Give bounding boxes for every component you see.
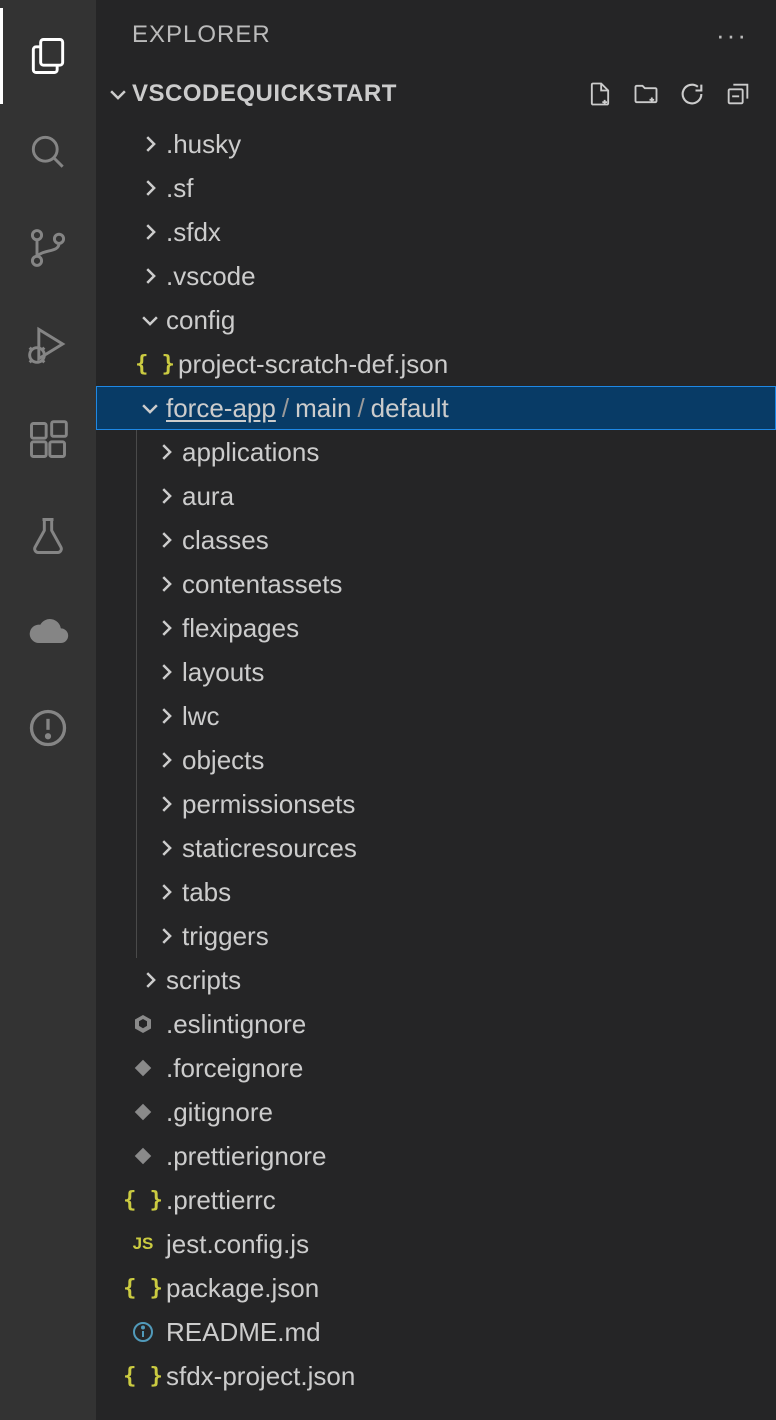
refresh-icon[interactable] — [678, 80, 706, 108]
json-icon: { } — [140, 349, 170, 379]
folder-staticresources[interactable]: staticresources — [136, 826, 776, 870]
folder-aura[interactable]: aura — [136, 474, 776, 518]
activity-explorer[interactable] — [0, 8, 96, 104]
chevron-right-icon — [152, 834, 180, 862]
file-prettierignore[interactable]: .prettierignore — [96, 1134, 776, 1178]
chevron-right-icon — [152, 790, 180, 818]
warning-circle-icon — [26, 706, 70, 750]
folder-contentassets[interactable]: contentassets — [136, 562, 776, 606]
new-folder-icon[interactable] — [632, 80, 660, 108]
collapse-all-icon[interactable] — [724, 80, 752, 108]
folder-classes[interactable]: classes — [136, 518, 776, 562]
activity-search[interactable] — [0, 104, 96, 200]
folder-vscode[interactable]: .vscode — [96, 254, 776, 298]
chevron-right-icon — [152, 526, 180, 554]
folder-lwc[interactable]: lwc — [136, 694, 776, 738]
folder-sf[interactable]: .sf — [96, 166, 776, 210]
chevron-down-icon — [136, 306, 164, 334]
branch-icon — [26, 226, 70, 270]
activity-bar — [0, 0, 96, 1420]
path-seg-force-app: force-app — [166, 393, 276, 423]
diamond-icon — [128, 1141, 158, 1171]
path-seg-default: default — [371, 393, 449, 423]
chevron-right-icon — [152, 658, 180, 686]
file-project-scratch-def[interactable]: { } project-scratch-def.json — [96, 342, 776, 386]
json-icon: { } — [128, 1361, 158, 1391]
folder-scripts[interactable]: scripts — [96, 958, 776, 1002]
files-icon — [26, 34, 70, 78]
explorer-header: EXPLORER ··· — [96, 0, 776, 70]
chevron-right-icon — [152, 482, 180, 510]
folder-applications[interactable]: applications — [136, 430, 776, 474]
folder-layouts[interactable]: layouts — [136, 650, 776, 694]
chevron-down-icon — [136, 394, 164, 422]
chevron-right-icon — [152, 702, 180, 730]
activity-debug[interactable] — [0, 296, 96, 392]
activity-testing[interactable] — [0, 488, 96, 584]
cloud-icon — [26, 610, 70, 654]
file-forceignore[interactable]: .forceignore — [96, 1046, 776, 1090]
activity-source-control[interactable] — [0, 200, 96, 296]
chevron-right-icon — [136, 130, 164, 158]
chevron-right-icon — [152, 614, 180, 642]
chevron-right-icon — [152, 438, 180, 466]
app-root: EXPLORER ··· VSCODEQUICKSTART .husky — [0, 0, 776, 1420]
project-name: VSCODEQUICKSTART — [132, 80, 397, 108]
folder-tabs[interactable]: tabs — [136, 870, 776, 914]
file-eslintignore[interactable]: .eslintignore — [96, 1002, 776, 1046]
project-root[interactable]: VSCODEQUICKSTART — [96, 70, 776, 118]
chevron-right-icon — [136, 262, 164, 290]
debug-icon — [26, 322, 70, 366]
folder-config[interactable]: config — [96, 298, 776, 342]
file-jest-config[interactable]: JS jest.config.js — [96, 1222, 776, 1266]
chevron-right-icon — [136, 218, 164, 246]
more-actions-icon[interactable]: ··· — [716, 20, 748, 51]
path-seg-main: main — [295, 393, 351, 423]
chevron-right-icon — [136, 174, 164, 202]
activity-extensions[interactable] — [0, 392, 96, 488]
chevron-right-icon — [136, 966, 164, 994]
js-icon: JS — [128, 1229, 158, 1259]
beaker-icon — [26, 514, 70, 558]
explorer-panel: EXPLORER ··· VSCODEQUICKSTART .husky — [96, 0, 776, 1420]
folder-triggers[interactable]: triggers — [136, 914, 776, 958]
file-readme[interactable]: README.md — [96, 1310, 776, 1354]
json-icon: { } — [128, 1185, 158, 1215]
file-sfdx-project-json[interactable]: { } sfdx-project.json — [96, 1354, 776, 1398]
project-actions — [586, 80, 764, 108]
chevron-right-icon — [152, 570, 180, 598]
folder-husky[interactable]: .husky — [96, 122, 776, 166]
activity-warning[interactable] — [0, 680, 96, 776]
chevron-right-icon — [152, 746, 180, 774]
search-icon — [26, 130, 70, 174]
folder-force-app[interactable]: force-app/main/default — [96, 386, 776, 430]
folder-objects[interactable]: objects — [136, 738, 776, 782]
file-gitignore[interactable]: .gitignore — [96, 1090, 776, 1134]
file-package-json[interactable]: { } package.json — [96, 1266, 776, 1310]
diamond-icon — [128, 1097, 158, 1127]
extensions-icon — [26, 418, 70, 462]
file-tree: .husky .sf .sfdx .vscode config — [96, 118, 776, 1420]
folder-sfdx[interactable]: .sfdx — [96, 210, 776, 254]
chevron-right-icon — [152, 922, 180, 950]
explorer-title: EXPLORER — [132, 21, 271, 49]
chevron-down-icon — [104, 83, 132, 105]
folder-flexipages[interactable]: flexipages — [136, 606, 776, 650]
eslint-icon — [128, 1009, 158, 1039]
folder-permissionsets[interactable]: permissionsets — [136, 782, 776, 826]
diamond-icon — [128, 1053, 158, 1083]
chevron-right-icon — [152, 878, 180, 906]
file-prettierrc[interactable]: { } .prettierrc — [96, 1178, 776, 1222]
info-icon — [128, 1317, 158, 1347]
json-icon: { } — [128, 1273, 158, 1303]
activity-salesforce[interactable] — [0, 584, 96, 680]
new-file-icon[interactable] — [586, 80, 614, 108]
